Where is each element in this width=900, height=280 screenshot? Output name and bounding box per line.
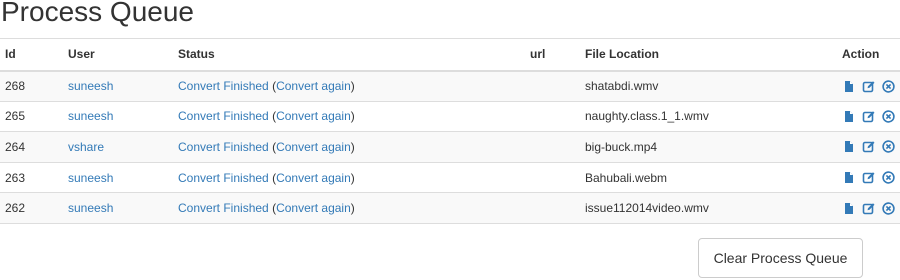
file-icon[interactable] bbox=[842, 110, 855, 123]
clear-process-queue-button[interactable]: Clear Process Queue bbox=[698, 238, 863, 278]
header-status: Status bbox=[173, 38, 525, 72]
table-row: 262 suneesh Convert Finished (Convert ag… bbox=[0, 192, 900, 224]
cell-url bbox=[525, 161, 580, 193]
user-link[interactable]: suneesh bbox=[68, 171, 113, 185]
cell-status: Convert Finished (Convert again) bbox=[173, 131, 525, 163]
cell-id: 268 bbox=[0, 70, 63, 102]
remove-circle-icon[interactable] bbox=[882, 110, 895, 123]
header-file-location: File Location bbox=[580, 38, 837, 72]
cell-file-location: Bahubali.webm bbox=[580, 161, 837, 193]
edit-icon[interactable] bbox=[862, 140, 875, 153]
user-link[interactable]: suneesh bbox=[68, 109, 113, 123]
cell-id: 265 bbox=[0, 100, 63, 132]
file-icon[interactable] bbox=[842, 171, 855, 184]
edit-icon[interactable] bbox=[862, 202, 875, 215]
remove-circle-icon[interactable] bbox=[882, 140, 895, 154]
user-link[interactable]: suneesh bbox=[68, 201, 113, 215]
status-link[interactable]: Convert Finished bbox=[178, 109, 269, 123]
table-row: 264 vshare Convert Finished (Convert aga… bbox=[0, 131, 900, 163]
cell-file-location: big-buck.mp4 bbox=[580, 131, 837, 163]
cell-status: Convert Finished (Convert again) bbox=[173, 161, 525, 193]
convert-again-link[interactable]: Convert again bbox=[276, 109, 351, 123]
cell-actions bbox=[837, 131, 900, 163]
cell-id: 264 bbox=[0, 131, 63, 163]
cell-file-location: shatabdi.wmv bbox=[580, 70, 837, 102]
cell-status: Convert Finished (Convert again) bbox=[173, 100, 525, 132]
cell-file-location: issue112014video.wmv bbox=[580, 192, 837, 224]
file-icon[interactable] bbox=[842, 140, 855, 153]
cell-url bbox=[525, 131, 580, 163]
convert-again-link[interactable]: Convert again bbox=[276, 79, 351, 93]
cell-url bbox=[525, 100, 580, 132]
table-header-row: Id User Status url File Location Action bbox=[0, 38, 900, 72]
header-action: Action bbox=[837, 38, 900, 72]
remove-circle-icon[interactable] bbox=[882, 171, 895, 184]
convert-again-link[interactable]: Convert again bbox=[276, 201, 351, 215]
user-link[interactable]: suneesh bbox=[68, 79, 113, 93]
page-title: Process Queue bbox=[1, 0, 194, 27]
status-link[interactable]: Convert Finished bbox=[178, 79, 269, 93]
remove-circle-icon[interactable] bbox=[882, 79, 895, 93]
cell-file-location: naughty.class.1_1.wmv bbox=[580, 100, 837, 132]
status-link[interactable]: Convert Finished bbox=[178, 140, 269, 154]
cell-actions bbox=[837, 192, 900, 224]
table-row: 268 suneesh Convert Finished (Convert ag… bbox=[0, 70, 900, 102]
edit-icon[interactable] bbox=[862, 171, 875, 184]
remove-circle-icon[interactable] bbox=[882, 201, 895, 215]
cell-actions bbox=[837, 161, 900, 193]
user-link[interactable]: vshare bbox=[68, 140, 104, 154]
cell-url bbox=[525, 70, 580, 102]
cell-actions bbox=[837, 70, 900, 102]
cell-status: Convert Finished (Convert again) bbox=[173, 192, 525, 224]
file-icon[interactable] bbox=[842, 202, 855, 215]
file-icon[interactable] bbox=[842, 80, 855, 93]
convert-again-link[interactable]: Convert again bbox=[276, 140, 351, 154]
edit-icon[interactable] bbox=[862, 80, 875, 93]
cell-url bbox=[525, 192, 580, 224]
cell-status: Convert Finished (Convert again) bbox=[173, 70, 525, 102]
edit-icon[interactable] bbox=[862, 110, 875, 123]
convert-again-link[interactable]: Convert again bbox=[276, 171, 351, 185]
status-link[interactable]: Convert Finished bbox=[178, 201, 269, 215]
process-queue-table: Id User Status url File Location Action … bbox=[0, 38, 900, 224]
table-row: 265 suneesh Convert Finished (Convert ag… bbox=[0, 100, 900, 132]
cell-id: 263 bbox=[0, 161, 63, 193]
header-user: User bbox=[63, 38, 173, 72]
header-url: url bbox=[525, 38, 580, 72]
table-row: 263 suneesh Convert Finished (Convert ag… bbox=[0, 161, 900, 193]
header-id: Id bbox=[0, 38, 63, 72]
status-link[interactable]: Convert Finished bbox=[178, 171, 269, 185]
cell-id: 262 bbox=[0, 192, 63, 224]
cell-actions bbox=[837, 100, 900, 132]
